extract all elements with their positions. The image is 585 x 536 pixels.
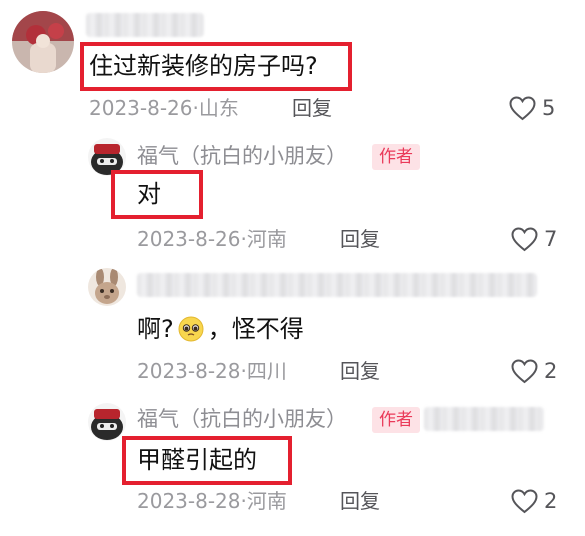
- reply-button[interactable]: 回复: [292, 95, 332, 121]
- comment-date: 2023-8-26: [89, 96, 193, 120]
- reply-comment-2: 啊? ，怪不得 2023-8-28·四川 回复 2: [0, 262, 585, 392]
- avatar[interactable]: [88, 268, 126, 306]
- reply-button[interactable]: 回复: [340, 226, 380, 252]
- heart-icon: [511, 358, 538, 383]
- avatar[interactable]: [12, 11, 74, 73]
- username-blurred: [137, 273, 537, 297]
- comment-meta: 2023-8-26·山东: [89, 95, 239, 121]
- reply-button[interactable]: 回复: [340, 358, 380, 384]
- comment-location: 山东: [198, 96, 239, 120]
- comment-meta: 2023-8-28·四川: [137, 358, 287, 384]
- comment-text-before: 啊?: [137, 315, 174, 343]
- comment-content: 住过新装修的房子吗?: [89, 52, 318, 80]
- comment-date: 2023-8-26: [137, 227, 241, 251]
- like-count: 5: [542, 96, 556, 120]
- avatar[interactable]: [88, 403, 126, 441]
- heart-icon: [509, 95, 536, 120]
- like-button[interactable]: 2: [511, 486, 557, 516]
- heart-icon: [511, 226, 538, 251]
- like-button[interactable]: 5: [509, 93, 555, 123]
- comment-text-after: ，怪不得: [207, 315, 304, 343]
- like-count: 2: [544, 359, 558, 383]
- avatar-rabbit-icon: [88, 268, 126, 306]
- comment-1: 住过新装修的房子吗? 2023-8-26·山东 回复 5: [0, 0, 585, 130]
- reply-comment-3: 福气（抗白的小朋友） 作者 甲醛引起的 2023-8-28·河南 回复 2: [0, 395, 585, 536]
- author-badge: 作者: [372, 407, 420, 433]
- like-count: 7: [544, 227, 558, 251]
- comment-content: 对: [137, 180, 161, 208]
- avatar-photo-icon: [12, 11, 74, 73]
- comment-location: 河南: [246, 227, 287, 251]
- comment-meta: 2023-8-26·河南: [137, 226, 287, 252]
- like-button[interactable]: 7: [511, 224, 557, 254]
- comment-content: 甲醛引起的: [137, 446, 257, 474]
- heart-icon: [511, 488, 538, 513]
- reply-comment-1: 福气（抗白的小朋友） 作者 对 2023-8-26·河南 回复 7: [0, 130, 585, 260]
- comment-location: 四川: [246, 359, 287, 383]
- comment-date: 2023-8-28: [137, 489, 241, 513]
- username[interactable]: 福气（抗白的小朋友）: [137, 142, 347, 170]
- pleading-face-emoji-icon: [178, 316, 204, 342]
- like-count: 2: [544, 489, 558, 513]
- reply-button[interactable]: 回复: [340, 488, 380, 514]
- comment-date: 2023-8-28: [137, 359, 241, 383]
- username[interactable]: 福气（抗白的小朋友）: [137, 405, 347, 433]
- comment-meta: 2023-8-28·河南: [137, 488, 287, 514]
- reply-target-blurred: [424, 407, 544, 431]
- avatar-cartoon-icon: [88, 403, 126, 441]
- author-badge: 作者: [372, 144, 420, 170]
- comment-location: 河南: [246, 489, 287, 513]
- username-blurred: [86, 13, 204, 37]
- comment-content: 啊? ，怪不得: [137, 313, 304, 345]
- like-button[interactable]: 2: [511, 356, 557, 386]
